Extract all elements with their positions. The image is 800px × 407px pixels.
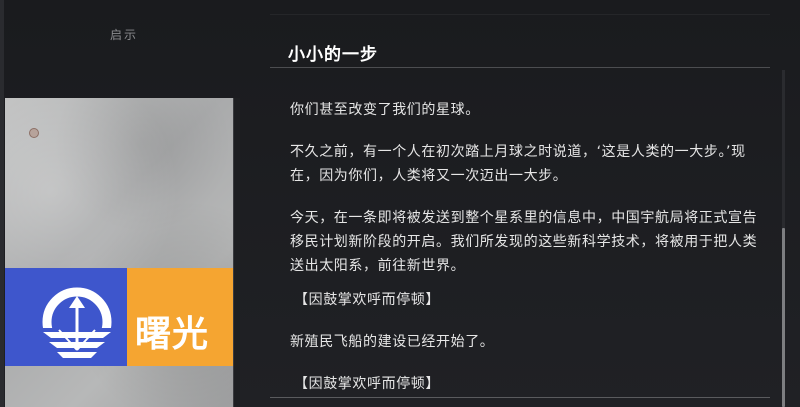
hint-label: 启示	[110, 28, 139, 42]
card-back-spine	[233, 98, 240, 407]
article-paragraph: 你们甚至改变了我们的星球。	[290, 102, 480, 118]
logo-text: 曙光	[135, 314, 210, 355]
top-divider	[270, 0, 770, 15]
screen: 启示 曙光 小小的一步 你们甚至改变了我们的星球。 不久之前，有一个人在初次踏上…	[0, 0, 800, 407]
rising-arrow-emblem-icon	[39, 287, 115, 360]
article-paragraph: 不久之前，有一个人在初次踏上月球之时说道，‘这是人类的一大步。’现在，因为你们，…	[290, 144, 746, 184]
scrollbar-thumb[interactable]	[782, 228, 785, 407]
title-divider	[270, 67, 770, 68]
article-stage-direction: 【因鼓掌欢呼而停顿】	[294, 292, 440, 308]
article-stage-direction: 【因鼓掌欢呼而停顿】	[294, 376, 440, 392]
article-paragraph: 今天，在一条即将被发送到整个星系里的信息中，中国宇航局将正式宣告移民计划新阶段的…	[290, 210, 758, 274]
card-pin-dot	[29, 128, 39, 138]
article-panel: 小小的一步 你们甚至改变了我们的星球。 不久之前，有一个人在初次踏上月球之时说道…	[270, 30, 770, 407]
lore-card-image[interactable]: 曙光	[5, 98, 234, 407]
left-edge-divider	[0, 0, 4, 407]
article-title: 小小的一步	[288, 45, 378, 65]
article-paragraph: 新殖民飞船的建设已经开始了。	[290, 334, 495, 350]
bottom-divider	[270, 397, 770, 398]
